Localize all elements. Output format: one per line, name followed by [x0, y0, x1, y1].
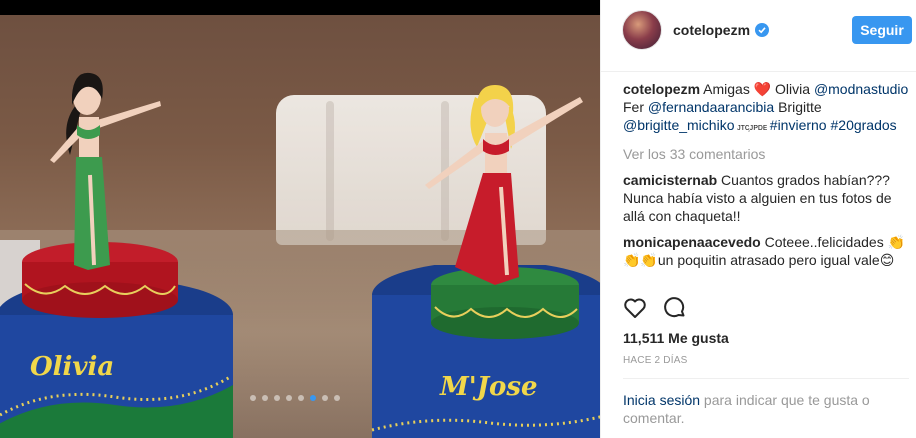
login-prompt: Inicia sesión para indicar que te gusta … [623, 391, 909, 427]
hashtag-link[interactable]: #20grados [831, 117, 897, 133]
likes-count[interactable]: 11,511 Me gusta [623, 330, 729, 346]
divider [623, 378, 909, 379]
post-sidebar: cotelopezm Seguir cotelopezm Amigas ❤️ O… [600, 0, 916, 438]
carousel-dot[interactable] [298, 395, 304, 401]
follow-button[interactable]: Seguir [852, 16, 912, 44]
carousel-dot[interactable] [334, 395, 340, 401]
caption-text-2: Fer [623, 99, 648, 115]
heart-icon[interactable] [623, 296, 647, 320]
figurine-left [50, 72, 161, 270]
carousel-indicator [250, 395, 340, 401]
hashtag-link[interactable]: #invierno [770, 117, 827, 133]
post-timestamp[interactable]: HACE 2 DÍAS [623, 355, 687, 366]
action-bar [623, 296, 687, 320]
post-photo[interactable]: Olivia M'Jose [0, 0, 600, 438]
carousel-dot[interactable] [250, 395, 256, 401]
mention-link[interactable]: @fernandaarancibia [648, 99, 774, 115]
caption-text-1: Amigas ❤️ Olivia [700, 81, 814, 97]
comment-item: camicisternab Cuantos grados habían??? N… [623, 171, 909, 225]
comment-username[interactable]: camicisternab [623, 172, 717, 188]
cake-right-label: M'Jose [439, 372, 538, 402]
carousel-dot-active[interactable] [310, 395, 316, 401]
caption-username[interactable]: cotelopezm [623, 81, 700, 97]
carousel-dot[interactable] [262, 395, 268, 401]
photo-top-bar [0, 0, 600, 15]
carousel-dot[interactable] [286, 395, 292, 401]
caption: cotelopezm Amigas ❤️ Olivia @modnastudio… [623, 80, 909, 136]
view-all-comments-link[interactable]: Ver los 33 comentarios [623, 145, 909, 163]
header-username-row: cotelopezm [673, 22, 770, 38]
mention-link[interactable]: @modnastudio [814, 81, 908, 97]
comment-item: monicapenaacevedo Coteee..felicidades 👏👏… [623, 233, 909, 269]
photo-scene: Olivia M'Jose [0, 15, 600, 438]
caption-text-3: Brigitte [774, 99, 822, 115]
post-header: cotelopezm Seguir [601, 0, 916, 72]
carousel-dot[interactable] [322, 395, 328, 401]
comment-icon[interactable] [663, 296, 687, 320]
login-link[interactable]: Inicia sesión [623, 392, 700, 408]
avatar[interactable] [622, 10, 662, 50]
figurine-right [425, 85, 583, 285]
header-username[interactable]: cotelopezm [673, 22, 750, 38]
comment-username[interactable]: monicapenaacevedo [623, 234, 761, 250]
cake-left-label: Olivia [30, 352, 114, 382]
caption-text-4: ᴊᴛᴄ᷊ᴊᴘᴅᴇ [734, 122, 770, 132]
comments-section: cotelopezm Amigas ❤️ Olivia @modnastudio… [623, 80, 909, 269]
mention-link[interactable]: @brigitte_michiko [623, 117, 734, 133]
verified-badge-icon [755, 23, 770, 37]
carousel-dot[interactable] [274, 395, 280, 401]
